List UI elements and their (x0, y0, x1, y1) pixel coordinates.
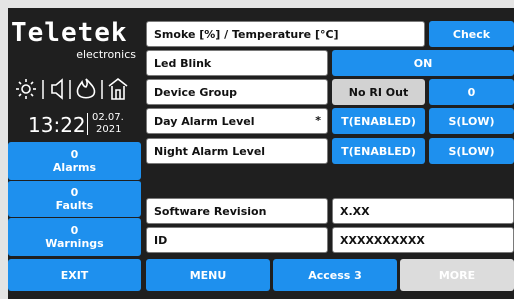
home-exit-icon (108, 77, 128, 100)
sun-icon (16, 79, 36, 99)
alarms-count: 0 (70, 148, 79, 161)
id-value: XXXXXXXXXX (332, 227, 514, 253)
status-icons (16, 77, 128, 100)
menu-button[interactable]: MENU (146, 259, 270, 291)
faults-button[interactable]: 0 Faults (8, 180, 141, 217)
flame-icon (76, 78, 96, 99)
faults-count: 0 (70, 186, 79, 199)
led-blink-toggle[interactable]: ON (332, 50, 514, 76)
device-group-select[interactable]: No RI Out (332, 79, 425, 105)
warnings-count: 0 (70, 224, 79, 237)
alarms-button[interactable]: 0 Alarms (8, 142, 141, 180)
device-group-label: Device Group (146, 79, 328, 105)
access-level-button[interactable]: Access 3 (273, 259, 397, 291)
day-temperature-mode[interactable]: T(ENABLED) (332, 108, 425, 134)
date-line-2: 2021 (96, 124, 122, 135)
more-button[interactable]: MORE (400, 259, 514, 291)
warnings-label: Warnings (45, 237, 104, 250)
panel-screen: Teletek electronics 13:22 02.07. 2021 0 … (8, 8, 514, 299)
device-group-number[interactable]: 0 (429, 79, 514, 105)
brand-name: Teletek (11, 18, 128, 48)
brand-subtitle: electronics (76, 48, 136, 61)
brand-logo: Teletek electronics (8, 8, 146, 70)
alarms-label: Alarms (52, 161, 97, 174)
modified-marker: * (315, 114, 321, 127)
day-alarm-level-text: Day Alarm Level (154, 114, 255, 128)
id-label: ID (146, 227, 328, 253)
software-revision-label: Software Revision (146, 198, 328, 224)
day-alarm-level-label: Day Alarm Level * (146, 108, 328, 134)
night-temperature-mode[interactable]: T(ENABLED) (332, 138, 425, 164)
date-line-1: 02.07. (92, 112, 124, 123)
software-revision-value: X.XX (332, 198, 514, 224)
exit-button[interactable]: EXIT (8, 259, 141, 291)
speaker-icon (51, 78, 63, 100)
clock-divider (87, 113, 88, 135)
day-smoke-sensitivity[interactable]: S(LOW) (429, 108, 514, 134)
night-alarm-level-label: Night Alarm Level (146, 138, 328, 164)
night-smoke-sensitivity[interactable]: S(LOW) (429, 138, 514, 164)
warnings-button[interactable]: 0 Warnings (8, 218, 141, 256)
led-blink-label: Led Blink (146, 50, 328, 76)
clock: 13:22 02.07. 2021 (8, 108, 146, 140)
check-button[interactable]: Check (429, 21, 514, 47)
smoke-temperature-label: Smoke [%] / Temperature [°C] (146, 21, 425, 47)
time-display: 13:22 (28, 113, 86, 137)
faults-label: Faults (55, 199, 94, 212)
